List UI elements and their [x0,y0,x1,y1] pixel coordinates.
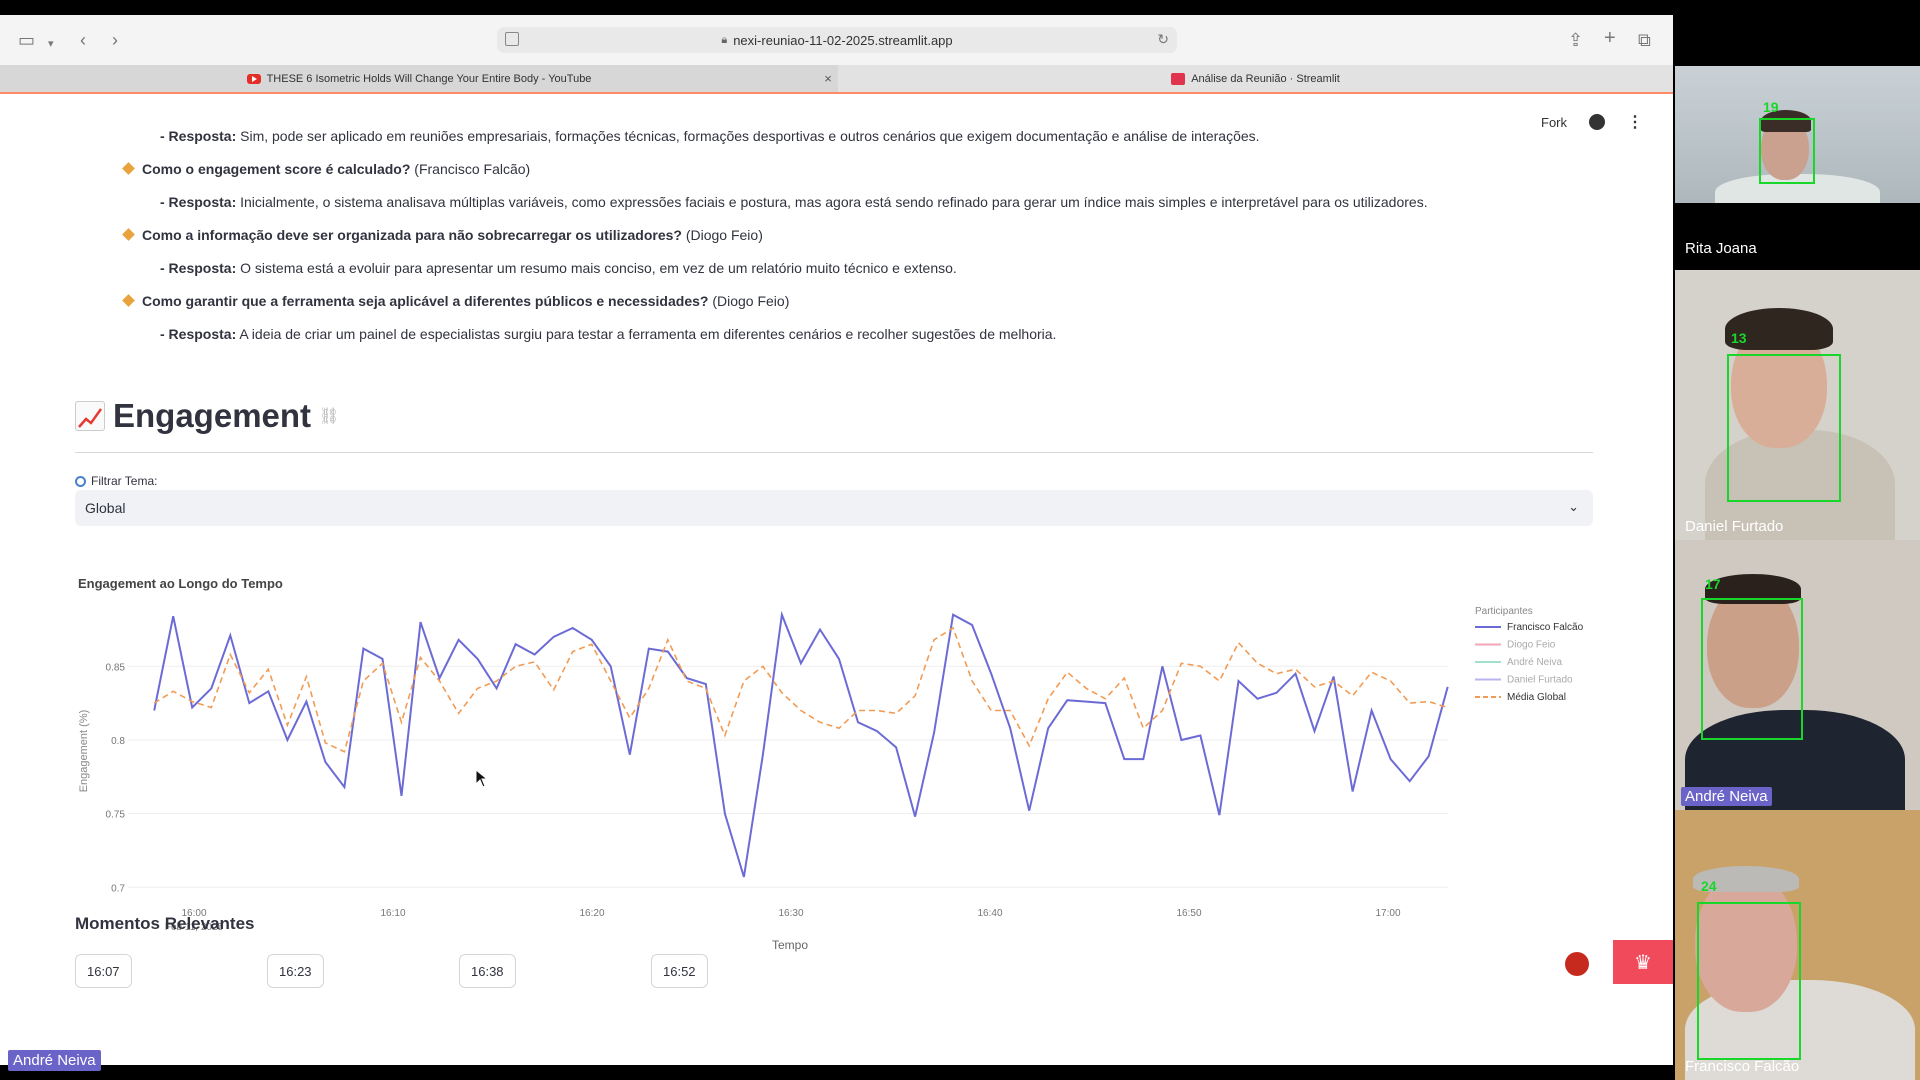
moment-button[interactable]: 16:52 [651,954,708,988]
moment-button[interactable]: 16:38 [459,954,516,988]
new-tab-icon[interactable]: + [1604,27,1616,49]
x-tick-label: 16:10 [380,908,405,919]
face-id: 13 [1731,330,1747,346]
legend-title: Participantes [1475,606,1533,617]
x-tick-label: 16:30 [778,908,803,919]
participant-name: Rita Joana [1685,240,1757,257]
tab-overview-icon[interactable]: ⧉ [1638,29,1651,51]
moments-title: Momentos Relevantes [75,914,255,933]
legend-entry: Daniel Furtado [1507,675,1573,686]
streamlit-badge-button[interactable]: ♛ [1613,940,1673,984]
participant-name: André Neiva [1681,787,1772,806]
face-id: 24 [1701,878,1717,894]
close-tab-icon[interactable]: × [818,71,838,86]
share-icon[interactable]: ⇪ [1568,29,1583,51]
tab-streamlit[interactable]: Análise da Reunião · Streamlit [838,65,1673,92]
forward-icon[interactable]: › [112,29,118,51]
y-axis-title: Engagement (%) [78,710,90,793]
face-detection-box [1701,598,1803,740]
video-tile-francisco-falcao[interactable]: 24 Francisco Falcão [1675,810,1920,1080]
x-tick-label: 16:20 [579,908,604,919]
legend-entry: Média Global [1507,692,1566,703]
video-tile-rita-joana[interactable]: 19 Rita Joana [1675,66,1920,268]
streamlit-icon [1171,72,1186,85]
self-view-name: André Neiva [8,1050,101,1071]
reload-icon[interactable]: ↻ [1157,31,1169,48]
y-tick-label: 0.8 [111,736,125,747]
screen: ▭ ▾ ‹ › 🔒︎ nexi-reuniao-11-02-2025.strea… [0,0,1920,1080]
face-detection-box [1727,354,1841,502]
y-tick-label: 0.7 [111,883,125,894]
series-line-4 [153,626,1448,753]
video-tile-daniel-furtado[interactable]: 13 Daniel Furtado [1675,270,1920,540]
participant-name: Francisco Falcão [1685,1058,1800,1075]
back-icon[interactable]: ‹ [80,29,86,51]
url-text: nexi-reuniao-11-02-2025.streamlit.app [733,32,953,48]
legend-entry: Francisco Falcão [1507,622,1584,633]
participant-name: Daniel Furtado [1685,518,1784,535]
face-id: 17 [1705,576,1721,592]
apple-icon [1565,952,1589,976]
y-tick-label: 0.85 [106,662,126,673]
lock-icon: 🔒︎ [721,33,728,46]
page-settings-icon[interactable] [505,32,519,46]
moment-button[interactable]: 16:07 [75,954,132,988]
browser-window: ▭ ▾ ‹ › 🔒︎ nexi-reuniao-11-02-2025.strea… [0,15,1673,1065]
youtube-icon [246,73,261,84]
streamlit-page: Fork ⋮ - Resposta: Sim, pode ser aplicad… [0,94,1673,1065]
x-tick-label: 16:40 [977,908,1002,919]
face-detection-box [1697,902,1801,1060]
tab-bar: THESE 6 Isometric Holds Will Change Your… [0,65,1673,94]
tab-youtube[interactable]: THESE 6 Isometric Holds Will Change Your… [0,65,838,92]
x-tick-label: 16:50 [1176,908,1201,919]
address-bar[interactable]: 🔒︎ nexi-reuniao-11-02-2025.streamlit.app… [497,27,1177,53]
tab-title: Análise da Reunião · Streamlit [1191,72,1340,85]
moment-button[interactable]: 16:23 [267,954,324,988]
chevron-down-icon[interactable]: ▾ [48,33,54,55]
face-detection-box [1759,118,1815,184]
tile-footer [1675,203,1920,268]
video-tile-andre-neiva[interactable]: 17 André Neiva [1675,540,1920,810]
legend-entry: Diogo Feio [1507,640,1556,651]
tab-title: THESE 6 Isometric Holds Will Change Your… [266,72,592,85]
series-line-0 [153,610,1449,878]
mouse-cursor [476,770,488,788]
face-id: 19 [1763,99,1779,115]
x-axis-title: Tempo [772,938,808,952]
browser-toolbar: ▭ ▾ ‹ › 🔒︎ nexi-reuniao-11-02-2025.strea… [0,15,1673,65]
legend-entry: André Neiva [1507,657,1562,668]
y-tick-label: 0.75 [106,810,126,821]
sidebar-toggle-icon[interactable]: ▭ [18,29,35,51]
x-tick-label: 17:00 [1375,908,1400,919]
